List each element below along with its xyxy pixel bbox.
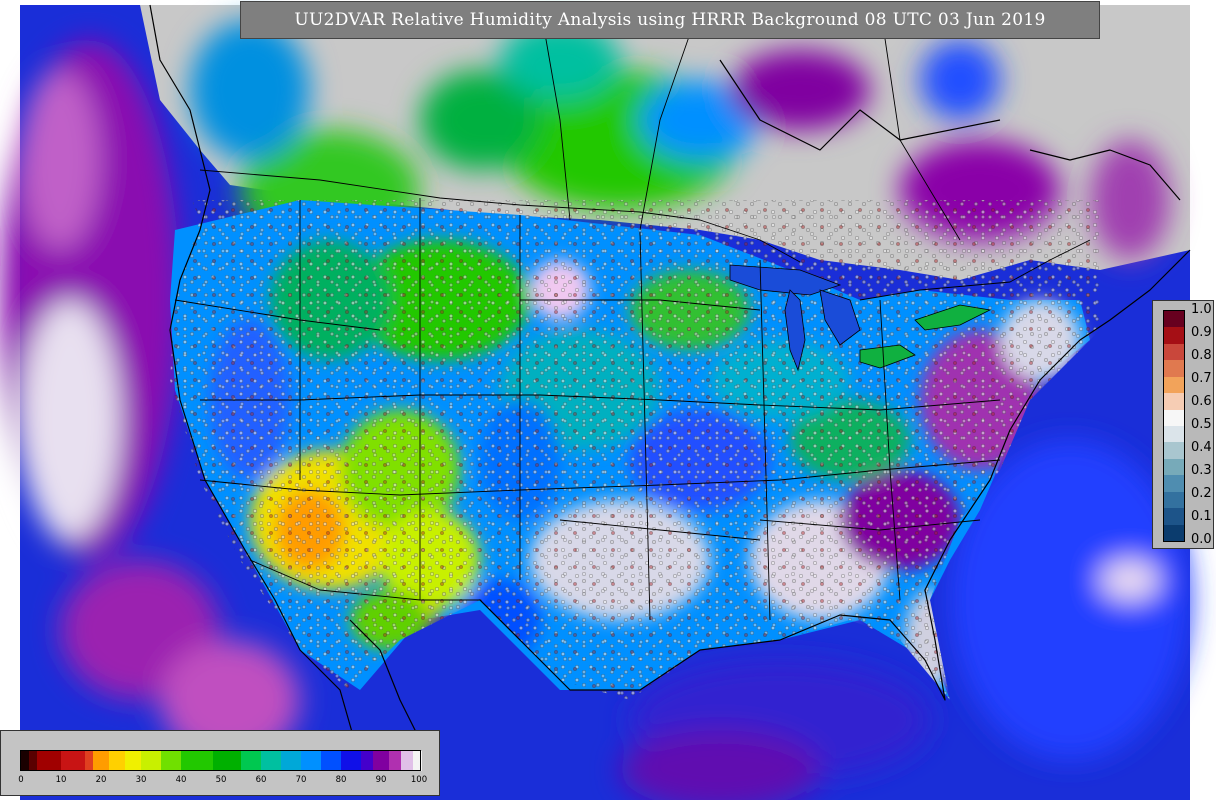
station-legend-swatch bbox=[1164, 409, 1184, 427]
station-legend-swatch bbox=[1164, 376, 1184, 394]
rh-colorbar-frame bbox=[20, 750, 421, 771]
station-legend-swatch bbox=[1164, 508, 1184, 526]
rh-colorbar: 0 10 20 30 40 50 60 70 80 90 100 bbox=[0, 730, 440, 796]
colorbar-tick: 70 bbox=[295, 775, 307, 785]
station-legend-label: 0.9 bbox=[1191, 325, 1212, 340]
station-legend-label: 0.2 bbox=[1191, 486, 1212, 501]
station-legend-swatch bbox=[1164, 343, 1184, 361]
station-legend-label: 1.0 bbox=[1191, 302, 1212, 317]
map-title-text: UU2DVAR Relative Humidity Analysis using… bbox=[294, 10, 1046, 30]
station-legend-swatch bbox=[1164, 491, 1184, 509]
colorbar-tick: 80 bbox=[335, 775, 347, 785]
station-legend-label: 0.0 bbox=[1191, 532, 1212, 547]
station-legend-swatch bbox=[1164, 327, 1184, 345]
station-legend-label: 0.3 bbox=[1191, 463, 1212, 478]
station-legend-label: 0.8 bbox=[1191, 348, 1212, 363]
station-legend-swatch bbox=[1164, 311, 1184, 328]
colorbar-tick: 0 bbox=[18, 775, 24, 785]
station-legend-swatch bbox=[1164, 442, 1184, 460]
station-legend-label: 0.5 bbox=[1191, 417, 1212, 432]
map-title: UU2DVAR Relative Humidity Analysis using… bbox=[240, 1, 1100, 39]
station-legend-swatch bbox=[1164, 360, 1184, 378]
station-legend-swatch bbox=[1164, 475, 1184, 493]
station-legend-swatch bbox=[1164, 458, 1184, 476]
station-legend-label: 0.4 bbox=[1191, 440, 1212, 455]
station-legend-label: 0.7 bbox=[1191, 371, 1212, 386]
colorbar-tick: 10 bbox=[55, 775, 67, 785]
station-legend-bar bbox=[1163, 310, 1185, 542]
rh-analysis-map bbox=[0, 4, 1191, 800]
station-legend: 1.0 0.9 0.8 0.7 0.6 0.5 0.4 0.3 0.2 0.1 … bbox=[1152, 300, 1214, 549]
colorbar-tick: 20 bbox=[95, 775, 107, 785]
station-legend-label: 0.6 bbox=[1191, 394, 1212, 409]
colorbar-tick: 30 bbox=[135, 775, 147, 785]
station-legend-swatch bbox=[1164, 393, 1184, 411]
colorbar-tick: 90 bbox=[375, 775, 387, 785]
station-legend-swatch bbox=[1164, 426, 1184, 443]
colorbar-tick: 60 bbox=[255, 775, 267, 785]
colorbar-tick: 50 bbox=[215, 775, 227, 785]
colorbar-tick: 100 bbox=[410, 775, 428, 785]
colorbar-tick: 40 bbox=[175, 775, 187, 785]
station-legend-swatch bbox=[1164, 524, 1184, 541]
station-legend-label: 0.1 bbox=[1191, 509, 1212, 524]
